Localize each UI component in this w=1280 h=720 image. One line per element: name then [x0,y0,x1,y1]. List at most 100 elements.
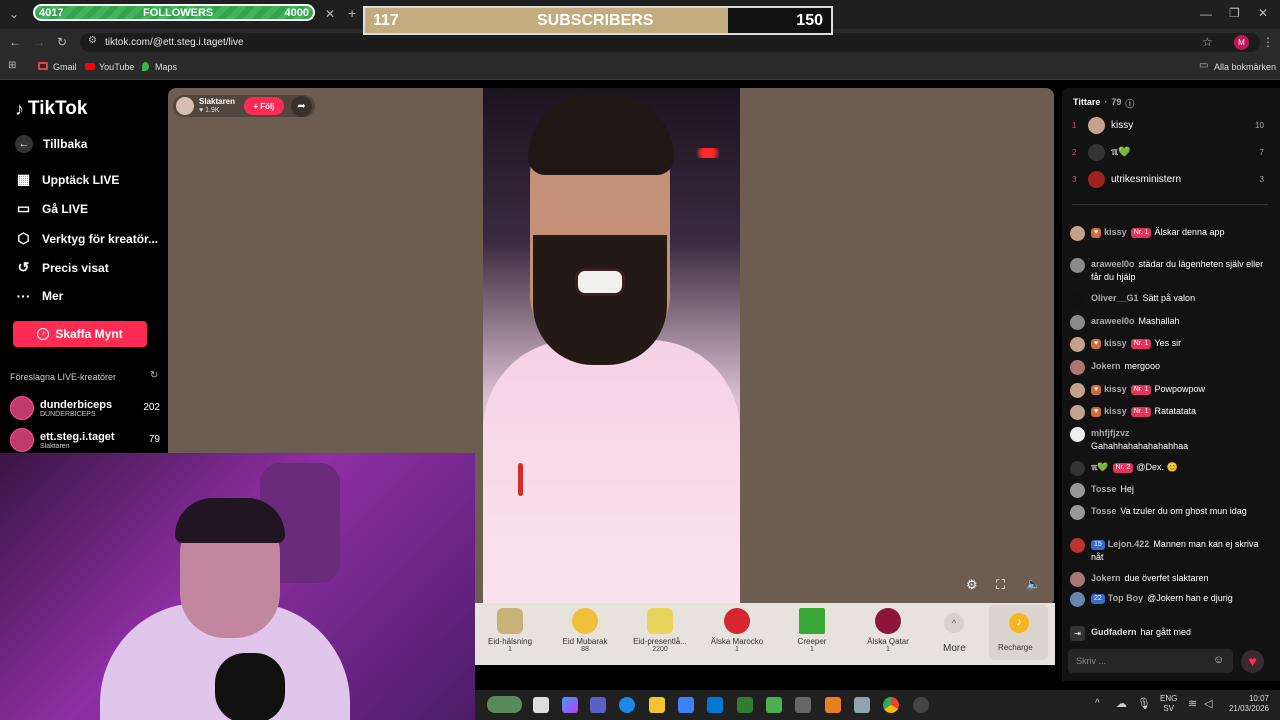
share-icon[interactable]: ➦ [291,96,312,117]
clock[interactable]: 10:07 21/03/2026 [1223,694,1269,714]
chat-message[interactable]: 15 Lejon.422 Mannen man kan ej skriva nåt [1070,538,1270,564]
rank-badge: Nr. 1 [1130,339,1152,349]
nav-go-live[interactable]: ▭ Gå LIVE [15,200,88,217]
profile-avatar[interactable]: M [1234,35,1249,50]
nav-creator-tools[interactable]: ⬡ Verktyg för kreatör... [15,230,158,247]
apps-grid-icon[interactable]: ⊞ [8,61,16,71]
chat-text: Sätt på valon [1142,293,1196,303]
close-tab-icon[interactable]: ✕ [325,8,335,20]
gift-item[interactable]: Eid Mubarak 88 [550,606,620,653]
creator-item[interactable]: ett.steg.i.taget Slaktaren 79 [10,428,160,452]
file-explorer-icon[interactable] [649,697,665,713]
minimize-icon[interactable]: — [1200,8,1212,20]
get-coins-button[interactable]: ♪ Skaffa Mynt [13,321,147,347]
chat-avatar [1070,405,1085,420]
gift-more-label[interactable]: More [943,643,966,654]
wifi-icon[interactable]: ≋ [1188,697,1197,710]
top-viewer-row[interactable]: 2 ℼ💚 7 [1072,144,1264,161]
speaker-tray-icon[interactable]: ◁ [1204,697,1212,710]
bookmark-maps[interactable]: Maps [155,62,177,72]
mail-icon[interactable] [707,697,723,713]
creator-item[interactable]: dunderbiceps DUNDERBICEPS 202 [10,396,160,420]
nav-more[interactable]: ··· Mer [15,288,64,304]
tiktok-logo-text: TikTok [28,98,88,119]
viewers-header[interactable]: Tittare · 79 ⓘ [1073,97,1134,110]
history-icon: ↺ [17,259,30,275]
bookmark-star-icon[interactable]: ☆ [1202,36,1213,48]
chat-message[interactable]: araweel0o Mashallah [1070,315,1270,330]
widgets-icon[interactable] [487,696,522,713]
back-icon[interactable]: ← [9,36,21,48]
language-indicator[interactable]: ENG SV [1160,694,1177,714]
gift-item[interactable]: Älska Marocko 1 [702,606,772,653]
settings-icon[interactable]: ⚙ [966,577,978,593]
chat-message[interactable]: Tosse Va tzuler du om ghost mun idag [1070,505,1270,520]
teams-icon[interactable] [590,697,606,713]
xbox-icon[interactable] [766,697,782,713]
menu-kebab-icon[interactable]: ⋮ [1262,36,1274,48]
security-icon[interactable] [737,697,753,713]
site-info-icon[interactable]: ⚙ [88,36,97,46]
chat-message[interactable]: ♥ kissy Nr. 1 Ratatatata [1070,405,1270,420]
nav-recently-viewed[interactable]: ↺ Precis visat [15,259,109,276]
gift-item[interactable]: Älska Qatar 1 [853,606,923,653]
volume-icon[interactable]: 🔈 [1026,577,1041,591]
forward-icon[interactable]: → [33,36,45,48]
gift-item[interactable]: Creeper 1 [777,606,847,653]
host-avatar[interactable] [176,97,194,115]
chat-message[interactable]: Oliver__G1 Sätt på valon [1070,292,1270,307]
back-link[interactable]: ← Tillbaka [15,135,87,153]
chat-message[interactable]: ♥ kissy Nr. 1 Älskar denna app [1070,226,1270,241]
chat-text: mergooo [1124,361,1161,371]
recharge-button[interactable]: ♪ Recharge [989,605,1048,660]
bookmark-youtube[interactable]: YouTube [99,62,134,72]
gift-item[interactable]: Eid-hälsning 1 [475,606,545,653]
microphone-tray-icon[interactable]: 🎙 [1137,697,1151,710]
gift-item[interactable]: Eid-presentlå... 2200 [625,606,695,653]
tab-list-icon[interactable]: ⌄ [9,8,19,20]
settings-app-icon[interactable] [795,697,811,713]
emoji-icon[interactable]: ☺ [1213,654,1224,666]
edge-icon[interactable] [619,697,635,713]
chat-message[interactable]: ♥ kissy Nr. 1 Powpowpow [1070,383,1270,398]
chat-message[interactable]: araweel0o städar du lägenheten själv elle… [1070,258,1270,284]
chat-message[interactable]: Jokern mergooo [1070,360,1270,375]
refresh-icon[interactable]: ↻ [150,371,158,381]
all-bookmarks[interactable]: Alla bokmärken [1214,62,1276,72]
host-name[interactable]: Slaktaren [199,97,235,106]
reload-icon[interactable]: ↻ [57,36,67,48]
chrome-icon[interactable] [883,697,899,713]
photos-icon[interactable] [854,697,870,713]
app-icon[interactable] [825,697,841,713]
chat-message[interactable]: mhfjfjzvz Gahahhahahahahahhaa [1070,427,1270,453]
chat-message[interactable]: Tosse Hej [1070,483,1270,498]
task-view-icon[interactable] [533,697,549,713]
top-viewer-row[interactable]: 1 kissy 10 [1072,117,1264,134]
chat-message[interactable]: 22 Top Boy @Jokern han e djurig [1070,592,1270,607]
chat-message[interactable]: Jokern due överfet slaktaren [1070,572,1270,587]
url-field[interactable]: ⚙ tiktok.com/@ett.steg.i.taget/live ☆ [80,33,1260,52]
followers-current: 4017 [39,7,64,19]
fullscreen-icon[interactable]: ⛶ [996,577,1005,593]
follow-button[interactable]: + Följ [244,97,284,115]
window-close-icon[interactable]: ✕ [1258,7,1268,19]
tiktok-logo[interactable]: ♪ TikTok [15,98,87,120]
nav-discover-live[interactable]: ▦ Upptäck LIVE [15,171,119,188]
new-tab-icon[interactable]: + [348,6,356,20]
heart-like-button[interactable]: ♥ [1241,650,1264,673]
chat-message[interactable]: ♥ kissy Nr. 1 Yes sir [1070,337,1270,352]
chevron-up-icon[interactable]: ^ [944,613,964,633]
network-tray-icon[interactable]: ☁ [1116,697,1127,710]
obs-icon[interactable] [913,697,929,713]
chat-message[interactable]: ℼ💚 Nr. 2 @Dex. 😊 [1070,461,1270,476]
info-icon[interactable]: ⓘ [1125,97,1134,110]
copilot-icon[interactable] [562,697,578,713]
chevron-up-tray-icon[interactable]: ^ [1095,698,1100,709]
chat-input[interactable]: Skriv ... ☺ [1068,649,1233,673]
top-viewer-row[interactable]: 3 utrikesministern 3 [1072,171,1264,188]
level-badge: ♥ [1091,339,1102,349]
store-icon[interactable] [678,697,694,713]
maximize-icon[interactable]: ❐ [1229,7,1240,19]
bookmark-gmail[interactable]: Gmail [53,62,77,72]
nav-more-label: Mer [42,289,64,303]
